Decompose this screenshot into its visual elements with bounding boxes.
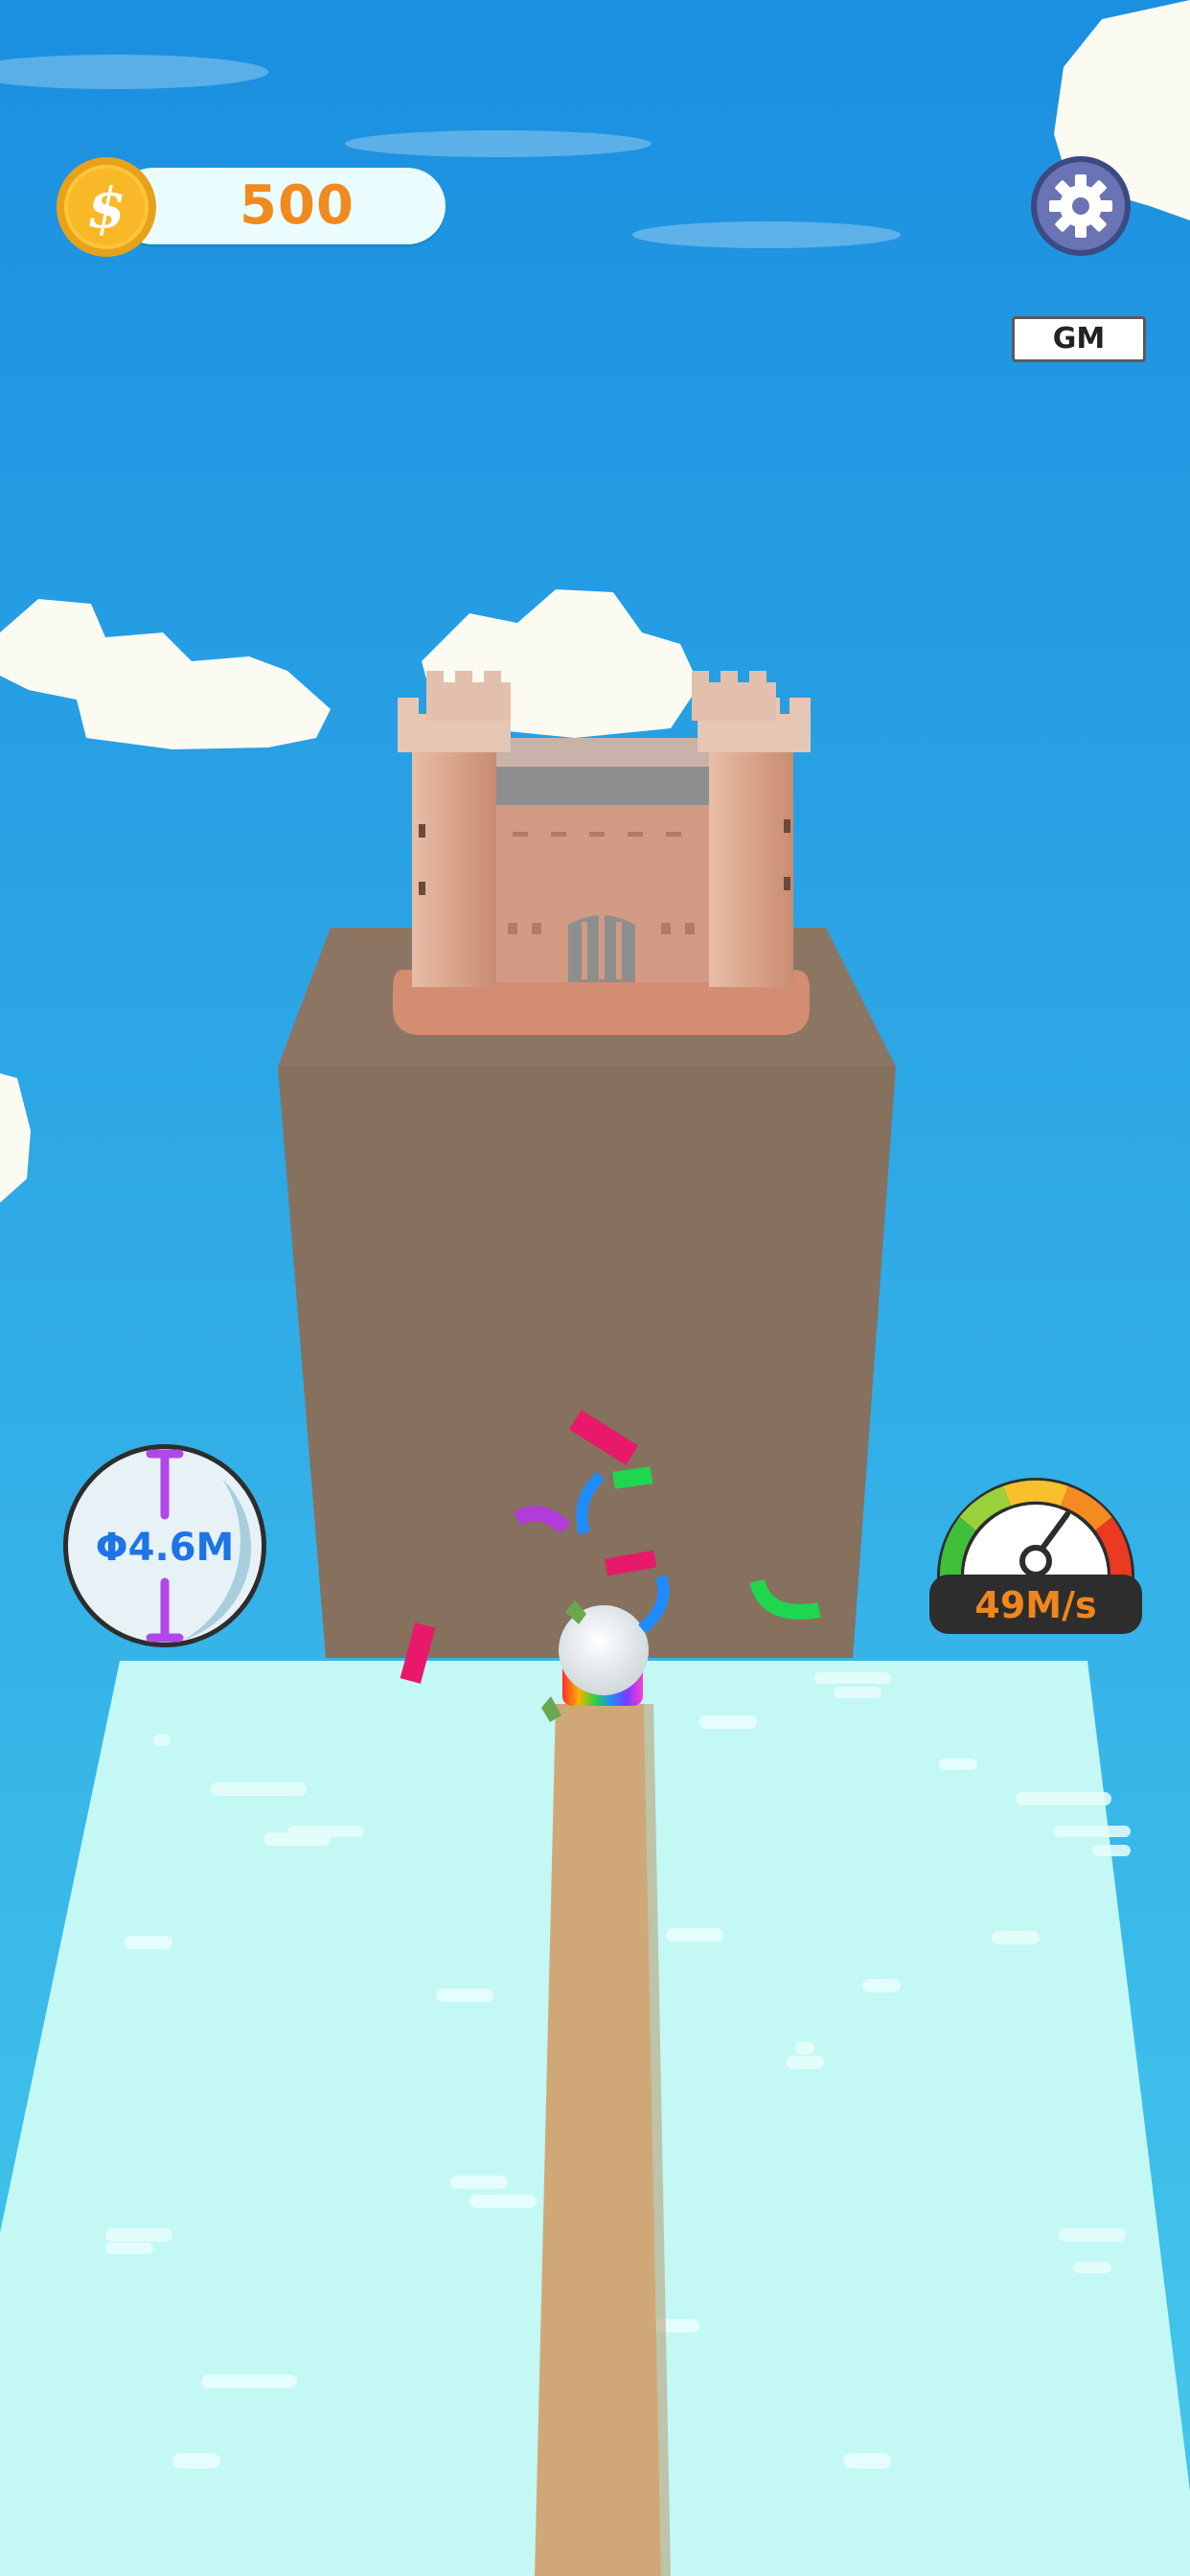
game-scene (0, 0, 1190, 2576)
dollar-coin-icon: $ (57, 157, 156, 257)
gear-icon (1049, 174, 1112, 238)
gm-button[interactable]: GM (1012, 316, 1146, 362)
pedestal (278, 928, 896, 1658)
coin-count: 500 (240, 174, 355, 237)
diameter-value: Φ4.6M (95, 1526, 235, 1570)
track (535, 1704, 661, 2576)
snowball (559, 1605, 649, 1695)
settings-button[interactable] (1030, 155, 1132, 257)
speed-value: 49M/s (974, 1584, 1097, 1626)
svg-text:$: $ (87, 175, 126, 241)
